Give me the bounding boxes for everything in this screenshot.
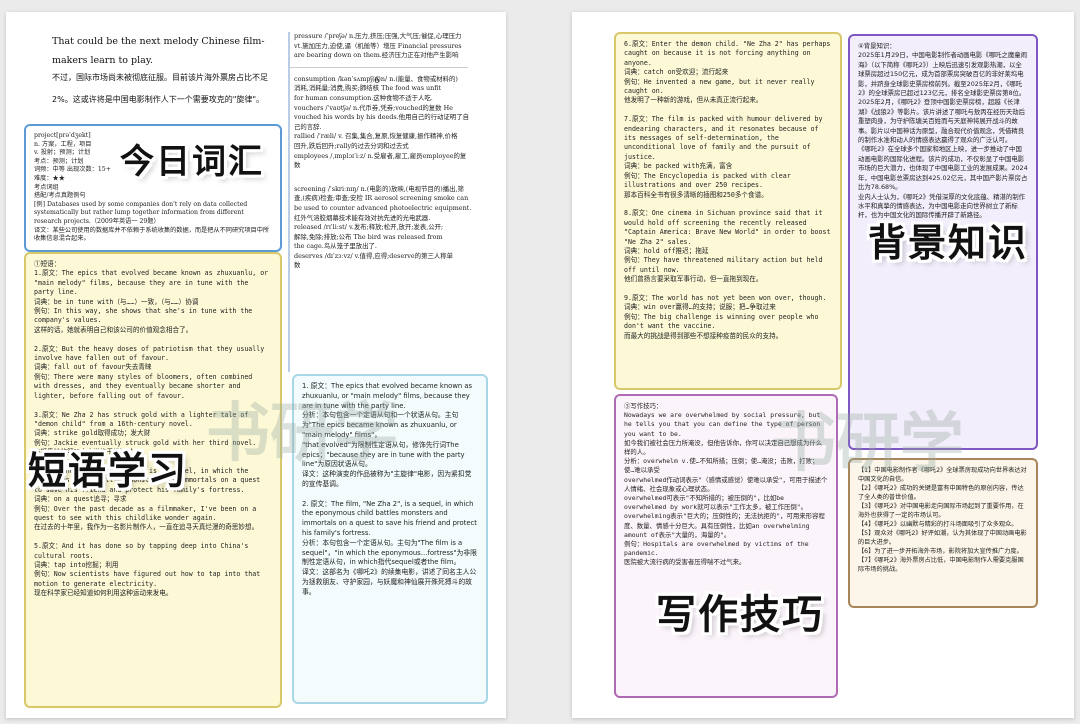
vocabulary-line: vouched his words by his deeds.他用自己的行动证明… [294,113,469,122]
left-document-page: That could be the next melody Chinese fi… [6,12,506,718]
vocabulary-line: deserves /dɪˈzɜːvz/ v.值得,应得;deserve的第三人称… [294,251,454,260]
vocabulary-line: 数 [294,161,301,170]
vocabulary-line: 红外气溶胶烟幕技术能有效对抗先进的光电武器. [294,213,431,222]
background-knowledge-text: ④背景知识： 2025年1月29日，中国电影制作者动画电影《哪吒之魔童闹海》（以… [858,42,1028,220]
vocabulary-line: pressure /ˈpreʃə/ n.压力,挤压;压强,大气压;催促,心理压力 [294,32,462,40]
background-knowledge-title-label: 背景知识 [868,221,1029,265]
vocabulary-line: vt.施加压力,迫使,逼（机舱等）增压 Financial pressures [294,41,462,50]
vocabulary-line: rallied /ˈræli/ v. 召集,集合,复原,恢复健康,振作精神,价格 [294,132,458,141]
phrase-continued-box: 6.原文：Enter the demon child. "Ne Zha 2" h… [614,32,842,390]
vocabulary-line: be used to counter advanced photoelectri… [294,203,472,212]
right-document-page: 6.原文：Enter the demon child. "Ne Zha 2" h… [572,12,1074,718]
intro-chinese-line-2: 2%。这或许将是中国电影制作人下一个需要攻克的"旋律"。 [52,95,265,104]
vocabulary-line: screening /ˈskriːnɪŋ/ n.(电影的)放映,(电视节目的)播… [294,184,464,193]
vocabulary-line: vouchers /ˈvaʊtʃə/ n.代币券,凭券;vouched的复数 H… [294,103,453,112]
vocabulary-line: are bearing down on them.经济压力正在对他产生影响 [294,51,459,60]
watermark-right: 书研学 [772,406,964,481]
vocabulary-line: 回升,跌后回升;rally的过去分词和过去式 [294,141,409,150]
phrase-study-title-label: 短语学习 [28,449,189,493]
intro-chinese-line-1: 不过，国际市场尚未被彻底征服。目前该片海外票房占比不足 [52,73,268,82]
vocabulary-line: 查,(疾病)检查;审查;安检 IR aerosol screening smok… [294,194,469,203]
vocabulary-line: 数 [294,261,301,270]
vocabulary-lines: pressure /ˈpreʃə/ n.压力,挤压;压强,大气压;催促,心理压力… [290,32,502,271]
watermark-left: 书研学 [206,396,398,471]
vocabulary-line: for human consumption.这种食物不适于人吃. [294,93,433,102]
writing-skills-title-label: 写作技巧 [656,592,824,638]
vocabulary-line: 己的言辞. [294,122,322,131]
vocabulary-line: released /rɪˈliːst/ v.发布;释放;松开,放开;发表,公开; [294,223,444,232]
vocabulary-line: the cage.鸟从笼子里放出了. [294,242,377,251]
vocabulary-title-label: 今日词汇 [120,142,264,182]
vocabulary-line: 解除,免除;排放;公布 The bird was released from [294,232,443,241]
phrase-continued-text: 6.原文：Enter the demon child. "Ne Zha 2" h… [624,40,831,340]
vocabulary-line: employees /ˌɪmplɔɪˈiːz/ n.受雇者,雇工,雇员emplo… [294,151,467,160]
vocabulary-line: 消耗,消耗量;消费,购买;肺结核 The food was unfit [294,84,442,93]
intro-english-text: That could be the next melody Chinese fi… [52,36,265,66]
vocabulary-definitions-column: pressure /ˈpreʃə/ n.压力,挤压;压强,大气压;催促,心理压力… [288,32,502,372]
vocabulary-line: consumption /kənˈsʌmpʃ(ə)n/ n.(能量、食物或材料的… [294,74,458,83]
